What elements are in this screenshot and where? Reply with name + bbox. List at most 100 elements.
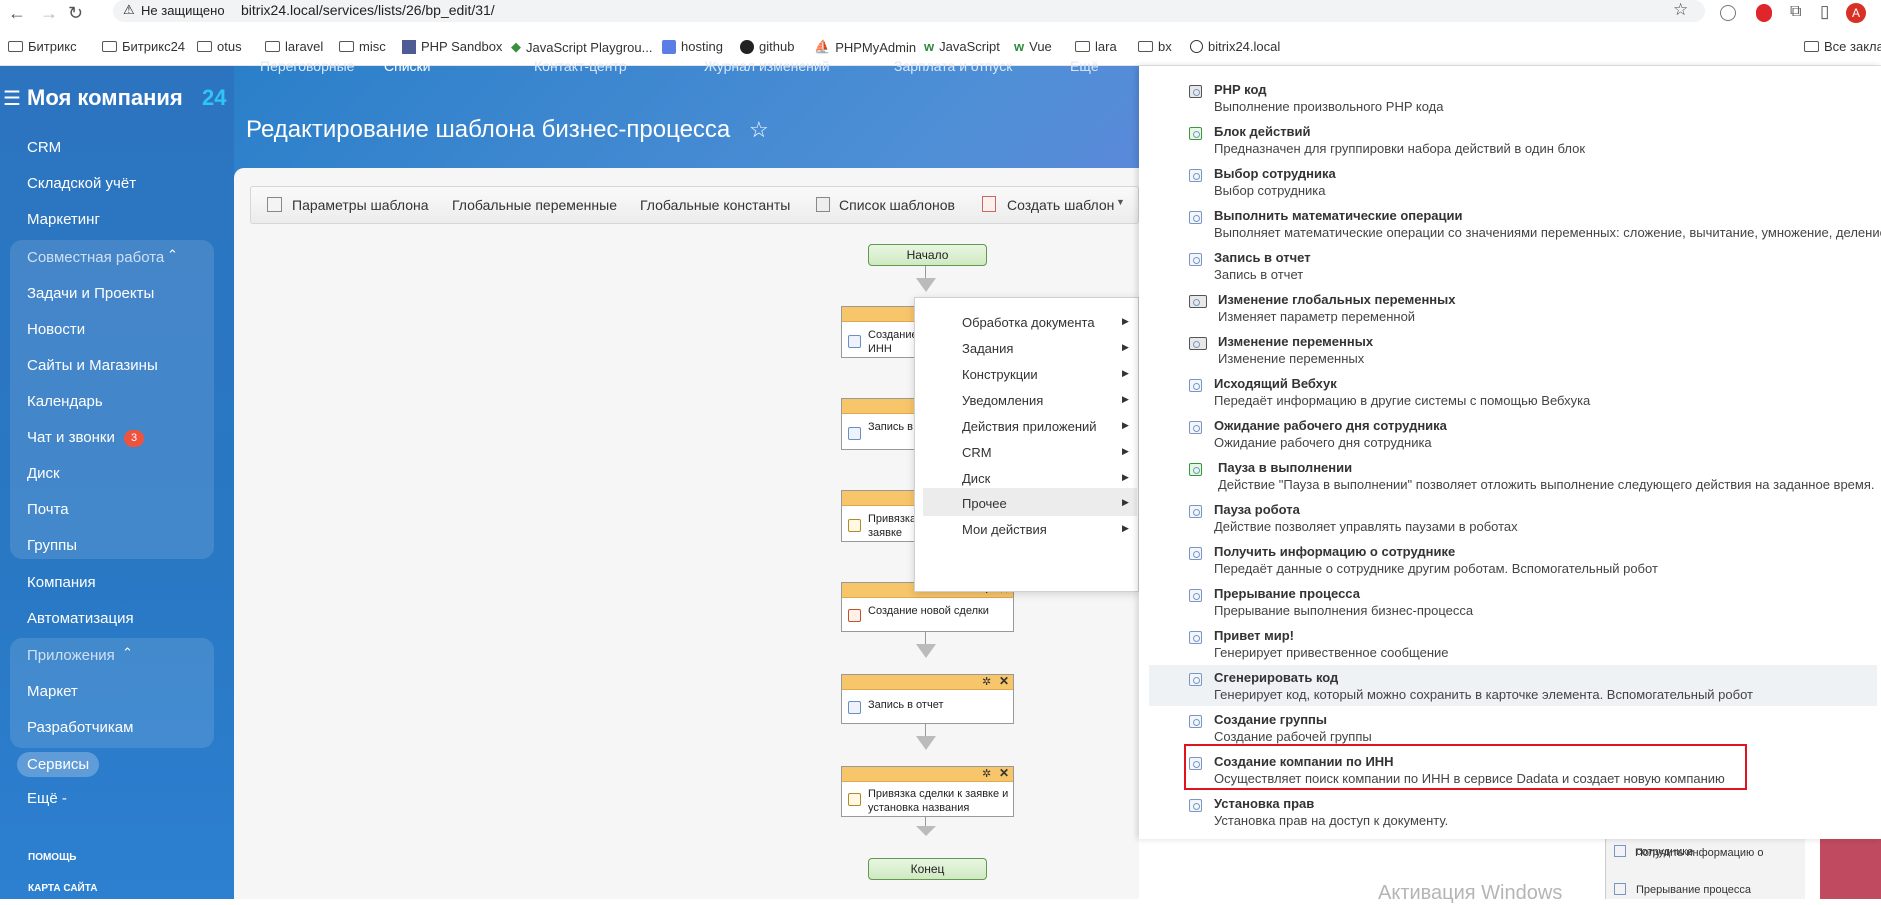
- sidebar-item-services[interactable]: Сервисы: [17, 752, 100, 777]
- sidebar-item-crm[interactable]: CRM: [27, 139, 61, 156]
- sidebar-group-title[interactable]: Приложения: [27, 647, 115, 664]
- close-icon[interactable]: ✕: [999, 766, 1009, 780]
- toolbox-item[interactable]: Получить информацию о: [1635, 847, 1763, 859]
- forward-icon[interactable]: →: [40, 3, 58, 23]
- start-node[interactable]: Начало: [868, 244, 987, 266]
- bookmark-link[interactable]: w JavaScript: [924, 39, 1000, 54]
- sidebar-item-mail[interactable]: Почта: [27, 501, 69, 518]
- tab-salary[interactable]: Зарплата и отпуск: [894, 58, 1012, 74]
- sidebar-item-sites[interactable]: Сайты и Магазины: [27, 357, 158, 374]
- bookmark-folder[interactable]: bx: [1138, 39, 1172, 54]
- chevron-up-icon[interactable]: ⌃: [122, 645, 133, 661]
- avatar[interactable]: A: [1846, 3, 1866, 23]
- bookmark-link[interactable]: w Vue: [1014, 39, 1052, 54]
- activity-block[interactable]: ✲ ✕ Привязка сделки к заявке и установка…: [841, 766, 1014, 817]
- sidebar-item-tasks[interactable]: Задачи и Проекты: [27, 285, 154, 302]
- php-icon: [402, 39, 416, 54]
- sidebar-item-developers[interactable]: Разработчикам: [27, 719, 133, 736]
- address-bar[interactable]: ⚠ Не защищено bitrix24.local/services/li…: [113, 0, 1705, 22]
- block-label: Запись в отчет: [868, 699, 944, 711]
- menu-item-tasks[interactable]: Задания: [962, 341, 1013, 356]
- bookmark-link[interactable]: bitrix24.local: [1190, 39, 1280, 54]
- activity-title: Исходящий Вебхук: [1214, 376, 1337, 391]
- chevron-up-icon[interactable]: ⌃: [167, 247, 178, 263]
- bookmark-folder[interactable]: lara: [1075, 39, 1117, 54]
- menu-item-disk[interactable]: Диск: [962, 471, 990, 486]
- page-title: Редактирование шаблона бизнес-процесса: [246, 116, 731, 143]
- toolbox-item[interactable]: Прерывание процесса: [1636, 884, 1751, 896]
- sidebar-item-news[interactable]: Новости: [27, 321, 85, 338]
- chevron-right-icon: ▶: [1122, 523, 1129, 533]
- bookmark-label: PHP Sandbox: [421, 39, 503, 54]
- sidebar-item-company[interactable]: Компания: [27, 574, 96, 591]
- bookmark-link[interactable]: github: [740, 39, 794, 54]
- help-link[interactable]: ПОМОЩЬ: [28, 852, 76, 863]
- templates-list-button[interactable]: Список шаблонов: [839, 197, 955, 213]
- tab-meeting-rooms[interactable]: Переговорные: [260, 58, 354, 74]
- extension-icon[interactable]: [1756, 4, 1772, 22]
- bookmark-label: PHPMyAdmin: [835, 39, 917, 55]
- gear-icon[interactable]: ✲: [982, 767, 991, 780]
- bookmark-folder[interactable]: Битрикс24: [102, 39, 185, 54]
- folder-icon: [1804, 41, 1819, 52]
- arrow-down-icon: [916, 826, 936, 836]
- bookmark-link[interactable]: PHP Sandbox: [402, 39, 502, 54]
- tab-lists[interactable]: Списки: [384, 58, 430, 74]
- sidebar-item-calendar[interactable]: Календарь: [27, 393, 103, 410]
- bookmark-link[interactable]: ◆ JavaScript Playgrou...: [511, 39, 652, 55]
- menu-item-notifications[interactable]: Уведомления: [962, 393, 1043, 408]
- sidebar-item-automation[interactable]: Автоматизация: [27, 610, 134, 627]
- menu-item-document[interactable]: Обработка документа: [962, 315, 1095, 330]
- close-icon[interactable]: ✕: [999, 674, 1009, 688]
- bookmark-folder[interactable]: laravel: [265, 39, 323, 54]
- sidepanel-icon[interactable]: ▯: [1820, 2, 1829, 22]
- sidebar-item-chat[interactable]: Чат и звонки: [27, 429, 115, 446]
- back-icon[interactable]: ←: [8, 3, 26, 23]
- tab-change-log[interactable]: Журнал изменений: [704, 58, 830, 74]
- menu-item-constructs[interactable]: Конструкции: [962, 367, 1038, 382]
- sidebar-item-warehouse[interactable]: Складской учёт: [27, 175, 136, 192]
- bookmark-link[interactable]: ⛵ PHPMyAdmin: [814, 39, 916, 55]
- globe-icon[interactable]: [1720, 5, 1736, 21]
- global-vars-button[interactable]: Глобальные переменные: [452, 197, 617, 213]
- global-consts-button[interactable]: Глобальные константы: [640, 197, 790, 213]
- chevron-down-icon[interactable]: ▼: [1116, 197, 1125, 207]
- sidebar-item-market[interactable]: Маркет: [27, 683, 78, 700]
- new-template-icon: [982, 196, 996, 212]
- activity-title: Создание группы: [1214, 712, 1328, 727]
- url-text[interactable]: bitrix24.local/services/lists/26/bp_edit…: [241, 2, 495, 18]
- activity-title: Блок действий: [1214, 124, 1311, 139]
- puzzle-icon[interactable]: ⧉: [1790, 3, 1801, 21]
- template-params-button[interactable]: Параметры шаблона: [292, 197, 429, 213]
- edit-icon: [848, 793, 861, 806]
- sidebar-group-title[interactable]: Совместная работа: [27, 249, 164, 266]
- activity-icon: [1189, 631, 1202, 644]
- sitemap-link[interactable]: КАРТА САЙТА: [28, 883, 97, 894]
- activity-title: Сгенерировать код: [1214, 670, 1339, 685]
- menu-item-app-actions[interactable]: Действия приложений: [962, 419, 1097, 434]
- sidebar-item-groups[interactable]: Группы: [27, 537, 77, 554]
- sidebar-item-marketing[interactable]: Маркетинг: [27, 211, 100, 228]
- company-logo[interactable]: Моя компания: [27, 85, 183, 111]
- template-toolbar: Параметры шаблона Глобальные переменные …: [250, 186, 1139, 224]
- bookmark-folder[interactable]: misc: [339, 39, 386, 54]
- bookmark-folder[interactable]: Битрикс: [8, 39, 77, 54]
- menu-item-crm[interactable]: CRM: [962, 445, 992, 460]
- all-bookmarks[interactable]: Все заклад: [1804, 39, 1881, 54]
- tab-contact-center[interactable]: Контакт-центр: [534, 58, 627, 74]
- star-icon[interactable]: ☆: [1673, 0, 1688, 20]
- reload-icon[interactable]: ↻: [68, 3, 83, 23]
- tab-more[interactable]: Ещё: [1070, 58, 1099, 74]
- menu-icon[interactable]: ☰: [3, 86, 21, 111]
- menu-item-other[interactable]: Прочее: [962, 496, 1007, 511]
- menu-item-my-actions[interactable]: Мои действия: [962, 522, 1047, 537]
- create-template-button[interactable]: Создать шаблон: [1007, 197, 1114, 213]
- favorite-star-icon[interactable]: ☆: [749, 117, 769, 143]
- sidebar-item-disk[interactable]: Диск: [27, 465, 60, 482]
- end-node[interactable]: Конец: [868, 858, 987, 880]
- gear-icon[interactable]: ✲: [982, 675, 991, 688]
- bookmark-link[interactable]: hosting: [662, 39, 723, 54]
- activity-block[interactable]: ✲ ✕ Запись в отчет: [841, 674, 1014, 724]
- bookmark-folder[interactable]: otus: [197, 39, 242, 54]
- sidebar-more[interactable]: Ещё -: [27, 790, 67, 807]
